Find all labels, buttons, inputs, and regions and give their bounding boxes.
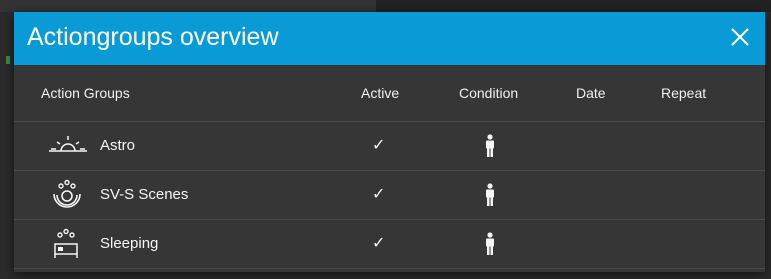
person-icon xyxy=(486,232,494,255)
row-label: Astro xyxy=(100,137,136,154)
active-checkmark: ✓ xyxy=(372,186,386,203)
column-header-repeat: Repeat xyxy=(661,85,707,101)
bed-icon xyxy=(49,228,89,260)
row-label: SV-S Scenes xyxy=(100,186,189,203)
close-icon xyxy=(731,28,749,46)
table-row-sv-s-scenes[interactable]: SV-S Scenes ✓ xyxy=(14,171,765,220)
active-checkmark: ✓ xyxy=(372,235,386,252)
column-header-action-groups: Action Groups xyxy=(41,85,130,101)
person-icon xyxy=(486,134,494,157)
background-indicator xyxy=(6,56,10,64)
column-header-active: Active xyxy=(361,85,400,101)
person-icon xyxy=(486,183,494,206)
column-header-condition: Condition xyxy=(459,85,519,101)
row-label: Sleeping xyxy=(100,235,159,252)
active-checkmark: ✓ xyxy=(372,137,386,154)
column-header-date: Date xyxy=(576,85,606,101)
table-header: Action Groups Active Condition Date Repe… xyxy=(14,65,765,122)
table-row-sleeping[interactable]: Sleeping ✓ xyxy=(14,220,765,269)
dialog-title: Actiongroups overview xyxy=(27,23,279,51)
dialog-header: Actiongroups overview xyxy=(14,12,765,65)
background-strip-dark xyxy=(376,0,771,12)
sunrise-icon xyxy=(49,130,89,162)
actiongroups-dialog: Actiongroups overview Action Groups Acti… xyxy=(14,12,765,272)
scenes-icon xyxy=(49,179,89,211)
table-row-astro[interactable]: Astro ✓ xyxy=(14,122,765,171)
close-button[interactable] xyxy=(729,26,751,48)
